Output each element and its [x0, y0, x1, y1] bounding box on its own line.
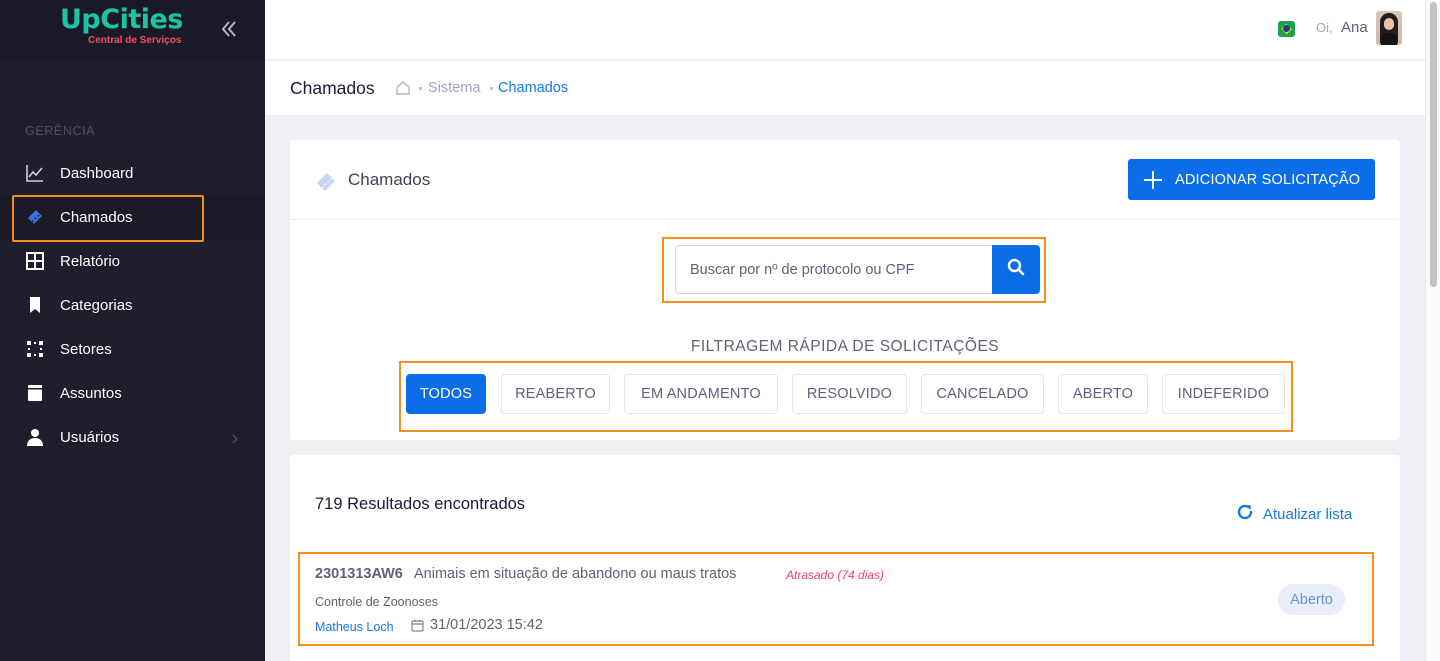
ticket-requester[interactable]: Matheus Loch — [315, 620, 394, 634]
book-icon — [25, 383, 45, 403]
sidebar-item-label: Assuntos — [60, 384, 122, 402]
results-count: 719 Resultados encontrados — [315, 495, 526, 513]
breadcrumb-separator — [419, 87, 422, 90]
sidebar-item-usuarios[interactable]: Usuários — [0, 415, 265, 459]
filter-em-andamento[interactable]: EM ANDAMENTO — [624, 374, 778, 414]
avatar[interactable] — [1376, 11, 1402, 45]
sidebar-item-label: Chamados — [60, 208, 133, 226]
page-title: Chamados — [290, 78, 375, 98]
page-scrollbar[interactable] — [1425, 0, 1440, 661]
greeting: Oi, — [1316, 20, 1333, 35]
sidebar-item-assuntos[interactable]: Assuntos — [0, 371, 265, 415]
refresh-list-button[interactable]: Atualizar lista — [1236, 503, 1352, 526]
sidebar-item-label: Usuários — [60, 428, 120, 446]
calendar-icon — [411, 619, 424, 637]
filter-aberto[interactable]: ABERTO — [1058, 374, 1148, 414]
home-icon[interactable] — [395, 80, 411, 100]
grid-icon — [25, 251, 45, 271]
sidebar-item-label: Categorias — [60, 296, 133, 314]
add-request-button[interactable]: ADICIONAR SOLICITAÇÃO — [1128, 159, 1375, 200]
top-header: Oi, Ana — [265, 0, 1425, 60]
status-badge: Aberto — [1278, 584, 1345, 615]
filter-card: Chamados ADICIONAR SOLICITAÇÃO FILTRAGEM… — [290, 140, 1400, 440]
chevron-right-icon — [231, 431, 239, 449]
breadcrumb-chamados[interactable]: Chamados — [498, 80, 568, 96]
sidebar-item-relatorio[interactable]: Relatório — [0, 239, 265, 283]
sidebar-item-chamados[interactable]: Chamados — [0, 195, 265, 239]
filter-indeferido[interactable]: INDEFERIDO — [1162, 374, 1285, 414]
ticket-subject: Animais em situação de abandono ou maus … — [414, 566, 737, 582]
ticket-sector: Controle de Zoonoses — [315, 595, 438, 609]
quick-filter-title: FILTRAGEM RÁPIDA DE SOLICITAÇÕES — [690, 338, 1000, 355]
ticket-protocol: 2301313AW6 — [315, 566, 403, 582]
add-request-label: ADICIONAR SOLICITAÇÃO — [1175, 171, 1361, 188]
search-button[interactable] — [992, 245, 1040, 294]
refresh-icon — [1236, 503, 1254, 526]
card-title: Chamados — [348, 170, 431, 189]
filter-reaberto[interactable]: REABERTO — [501, 374, 610, 414]
scrollbar-thumb[interactable] — [1430, 2, 1437, 287]
logo-tagline: Central de Serviços — [88, 35, 182, 46]
user-name[interactable]: Ana — [1341, 19, 1368, 36]
ticket-delay-badge: Atrasado (74 dias) — [786, 568, 885, 582]
sidebar: UpCities Central de Serviços GERÊNCIA Da… — [0, 0, 265, 661]
subheader: Chamados Sistema Chamados — [265, 61, 1425, 115]
ticket-date: 31/01/2023 15:42 — [430, 617, 543, 633]
sidebar-item-categorias[interactable]: Categorias — [0, 283, 265, 327]
logo[interactable]: UpCities Central de Serviços — [60, 4, 190, 50]
ticket-row[interactable]: 2301313AW6 Animais em situação de abando… — [300, 554, 1372, 644]
sidebar-section-label: GERÊNCIA — [25, 124, 96, 138]
ticket-icon — [25, 207, 45, 227]
results-card: 719 Resultados encontrados Atualizar lis… — [290, 455, 1400, 661]
plus-icon — [1144, 170, 1162, 189]
sidebar-item-dashboard[interactable]: Dashboard — [0, 151, 265, 195]
card-header: Chamados ADICIONAR SOLICITAÇÃO — [290, 140, 1400, 220]
chart-line-icon — [25, 163, 45, 183]
brazil-flag-icon[interactable] — [1278, 21, 1295, 37]
filter-cancelado[interactable]: CANCELADO — [921, 374, 1044, 414]
search-input[interactable] — [675, 245, 993, 294]
user-icon — [25, 427, 45, 447]
sidebar-nav: Dashboard Chamados Relatório Categorias … — [0, 151, 265, 459]
sidebar-item-label: Setores — [60, 340, 112, 358]
sidebar-item-label: Dashboard — [60, 164, 134, 182]
search-icon — [1007, 258, 1025, 281]
collapse-sidebar-icon[interactable] — [218, 18, 240, 40]
sectors-icon — [25, 339, 45, 359]
logo-wordmark: UpCities — [60, 4, 183, 35]
breadcrumb-separator — [490, 87, 493, 90]
filter-resolvido[interactable]: RESOLVIDO — [792, 374, 907, 414]
bookmark-icon — [25, 295, 45, 315]
sidebar-item-label: Relatório — [60, 252, 121, 270]
refresh-label: Atualizar lista — [1263, 506, 1353, 523]
brand-bar: UpCities Central de Serviços — [0, 0, 265, 60]
ticket-icon — [315, 171, 337, 198]
sidebar-item-setores[interactable]: Setores — [0, 327, 265, 371]
breadcrumb-sistema[interactable]: Sistema — [428, 80, 480, 96]
filter-todos[interactable]: TODOS — [406, 374, 486, 414]
